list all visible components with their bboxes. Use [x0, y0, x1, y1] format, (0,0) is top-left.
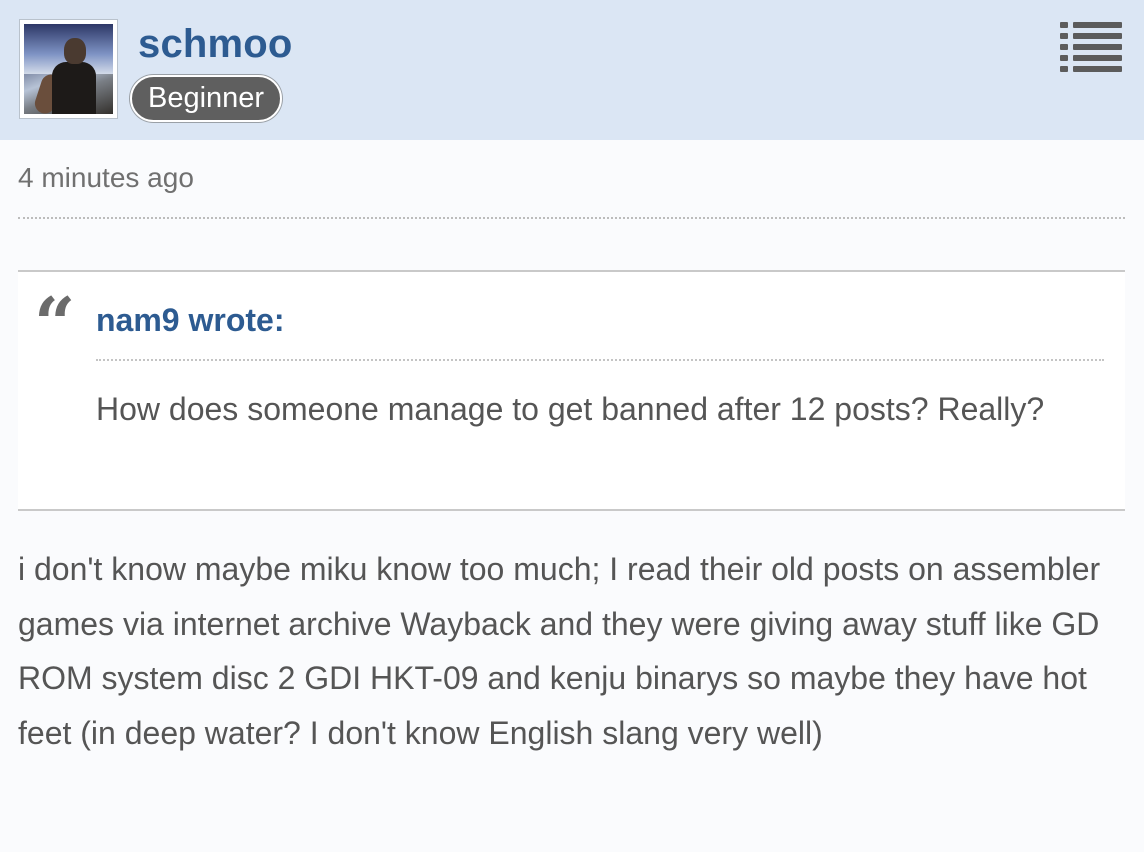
quote-author[interactable]: nam9 wrote: [96, 302, 284, 338]
post-body-text: i don't know maybe miku know too much; I… [18, 551, 1101, 751]
menu-line [1073, 22, 1122, 28]
quote-block: “ nam9 wrote: How does someone manage to… [18, 270, 1125, 511]
quote-divider [96, 359, 1104, 361]
menu-line [1073, 66, 1122, 72]
menu-line [1073, 33, 1122, 39]
menu-bullet [1060, 55, 1068, 61]
quote-text: How does someone manage to get banned af… [96, 391, 1045, 427]
avatar-figure-head [64, 38, 86, 64]
post-timestamp[interactable]: 4 minutes ago [18, 162, 194, 194]
avatar[interactable] [20, 20, 117, 118]
menu-line [1073, 44, 1122, 50]
menu-bullet [1060, 33, 1068, 39]
quote-icon: “ [34, 281, 76, 366]
avatar-figure-body [52, 62, 96, 114]
post-header: schmoo Beginner [0, 0, 1144, 140]
menu-bullet [1060, 22, 1068, 28]
username-link[interactable]: schmoo [138, 24, 293, 64]
list-menu-icon[interactable] [1060, 22, 1122, 72]
menu-bullet [1060, 66, 1068, 72]
rank-badge: Beginner [130, 75, 283, 122]
forum-post: schmoo Beginner 4 minutes ago “ nam9 wro… [0, 0, 1144, 852]
header-divider [18, 217, 1125, 219]
menu-bullet [1060, 44, 1068, 50]
menu-line [1073, 55, 1122, 61]
